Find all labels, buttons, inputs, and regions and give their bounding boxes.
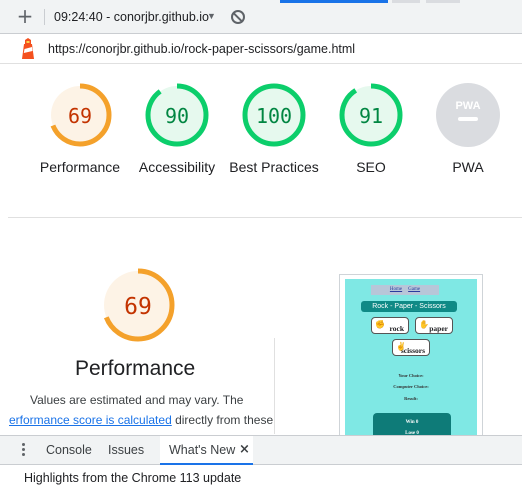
scissors-hand-icon: ✌: [396, 342, 406, 351]
gauge-score: 91: [359, 104, 383, 128]
toolbar-fragment: [426, 0, 460, 3]
thumb-paper-label: paper: [429, 324, 448, 333]
tab-console[interactable]: Console: [46, 443, 92, 457]
thumb-rock-button: ✊ rock: [371, 317, 409, 334]
performance-large-gauge: 69: [101, 268, 175, 342]
thumb-nav: Home Game: [371, 285, 439, 295]
plus-icon[interactable]: +: [16, 4, 34, 28]
description-tail: directly from these: [171, 413, 274, 427]
final-screenshot-thumbnail[interactable]: Home Game Rock - Paper - Scissors ✊ rock ✋…: [339, 274, 483, 436]
gauge-label: Performance: [39, 159, 121, 175]
gauge-label: Best Practices: [229, 159, 319, 175]
toolbar-divider: [44, 9, 45, 25]
caret-down-icon[interactable]: ▼: [207, 11, 216, 21]
devtools-toolbar: + 09:24:40 - conorjbr.github.io ▼: [0, 0, 522, 34]
devtools-drawer: Console Issues What's New × Highlights f…: [0, 435, 522, 501]
report-url[interactable]: https://conorjbr.github.io/rock-paper-sc…: [48, 42, 355, 56]
thumb-rock-label: rock: [389, 324, 404, 333]
thumbnail-page: Home Game Rock - Paper - Scissors ✊ rock ✋…: [345, 279, 477, 435]
pwa-badge-icon: PWA: [436, 83, 500, 147]
performance-gauge-ring: 69: [48, 83, 112, 147]
gauge-score: 100: [256, 104, 292, 128]
whats-new-headline: Highlights from the Chrome 113 update: [24, 471, 242, 485]
best-practices-gauge-ring: 100: [242, 83, 306, 147]
rock-hand-icon: ✊: [375, 320, 385, 329]
performance-description: Values are estimated and may vary. The: [30, 393, 244, 407]
gauge-accessibility[interactable]: 90 Accessibility: [129, 64, 225, 177]
more-vertical-icon[interactable]: [22, 443, 26, 459]
report-url-bar: https://conorjbr.github.io/rock-paper-sc…: [0, 34, 522, 64]
score-calculator-link[interactable]: erformance score is calculated: [9, 413, 172, 427]
section-divider: [8, 217, 522, 218]
gauge-score: 90: [165, 104, 189, 128]
thumb-scissors-button: ✌ scissors: [392, 339, 430, 356]
lighthouse-icon: [22, 38, 34, 59]
toolbar-fragment: [392, 0, 420, 3]
thumb-your-choice: Your Choice:: [398, 373, 424, 378]
thumb-nav-game: Game: [408, 287, 421, 292]
score-gauges: 69 Performance 90 Accessibility 100 Best…: [0, 64, 522, 219]
performance-title: Performance: [75, 357, 196, 380]
thumb-computer-choice: Computer Choice:: [393, 384, 429, 389]
tab-issues[interactable]: Issues: [108, 443, 144, 457]
thumb-win: Win 0: [405, 420, 419, 425]
performance-description-cont: erformance score is calculated directly …: [9, 413, 273, 427]
accessibility-gauge-ring: 90: [145, 83, 209, 147]
drawer-tab-bar: Console Issues What's New ×: [0, 436, 522, 465]
gauge-label: PWA: [452, 159, 484, 175]
gauge-label: Accessibility: [138, 159, 216, 175]
active-panel-indicator: [280, 0, 388, 3]
thumb-nav-home: Home: [389, 287, 403, 292]
paper-hand-icon: ✋: [419, 320, 429, 329]
seo-gauge-ring: 91: [339, 83, 403, 147]
performance-score: 69: [124, 294, 152, 320]
thumb-banner: Rock - Paper - Scissors: [361, 301, 457, 312]
pwa-badge-text: PWA: [455, 100, 480, 112]
gauge-performance[interactable]: 69 Performance: [32, 64, 128, 177]
vertical-divider: [274, 338, 275, 434]
gauge-pwa[interactable]: PWA PWA: [420, 64, 516, 177]
thumb-score-box: Win 0 Lose 0: [373, 413, 451, 435]
gauge-score: 69: [68, 104, 92, 128]
thumb-paper-button: ✋ paper: [415, 317, 453, 334]
report-session-select[interactable]: 09:24:40 - conorjbr.github.io: [54, 10, 209, 24]
tab-whats-new-label: What's New: [169, 443, 236, 457]
thumb-result: Result:: [404, 396, 418, 401]
gauge-seo[interactable]: 91 SEO: [323, 64, 419, 177]
no-entry-icon[interactable]: [231, 10, 245, 24]
gauge-best-practices[interactable]: 100 Best Practices: [226, 64, 322, 177]
close-icon[interactable]: ×: [239, 442, 250, 458]
gauge-label: SEO: [356, 159, 386, 175]
